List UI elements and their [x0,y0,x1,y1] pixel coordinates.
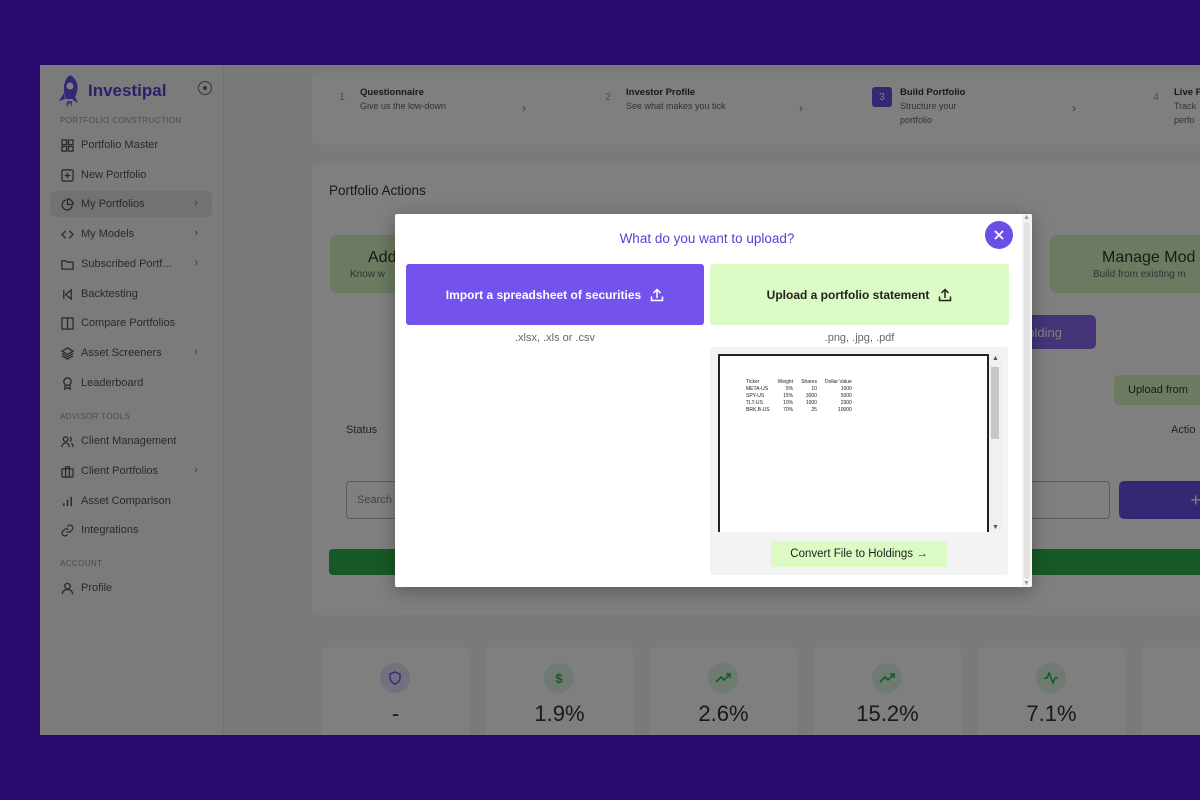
table-row: BRK.B-US 70% 25 10000 [742,407,856,414]
scrollbar-thumb[interactable] [991,367,999,439]
table-header: Shares [801,379,817,385]
table-cell: 25 [811,407,817,413]
table-row: SPY-US 15% 3000 5000 [742,393,856,400]
table-cell: TLT-US [746,400,763,406]
table-cell: 2300 [840,400,852,406]
scroll-down-icon[interactable]: ▼ [992,524,999,531]
table-header-row: Ticker Weight Shares Dollar Value [742,379,856,386]
scrollbar-thumb[interactable] [1024,222,1030,579]
scroll-down-icon[interactable]: ▼ [1023,580,1030,587]
statement-preview-panel: Ticker Weight Shares Dollar Value META-U… [710,347,1008,575]
button-label: Import a spreadsheet of securities [445,287,642,302]
table-cell: 10000 [837,407,852,413]
import-file-types: .xlsx, .xls or .csv [514,332,596,344]
convert-file-button[interactable]: Convert File to Holdings → [771,541,947,567]
upload-modal: What do you want to upload? Import a spr… [395,214,1032,587]
close-button[interactable] [985,221,1013,249]
button-label: Upload a portfolio statement [766,287,930,302]
button-label: Convert File to Holdings → [790,548,928,560]
table-cell: 1000 [805,400,817,406]
scroll-up-icon[interactable]: ▲ [1023,214,1030,221]
table-cell: META-US [746,386,769,392]
modal-scrollbar[interactable]: ▲ ▼ [1022,214,1032,587]
table-cell: 5000 [840,393,852,399]
preview-scrollbar[interactable]: ▲ ▼ [989,354,1002,532]
table-cell: 10% [783,400,794,406]
table-cell: 15% [783,393,794,399]
table-row: META-US 5% 10 1000 [742,386,856,393]
table-cell: BRK.B-US [746,407,770,413]
table-cell: 70% [783,407,794,413]
table-header: Ticker [746,379,760,385]
upload-icon [650,287,664,302]
document-preview[interactable]: Ticker Weight Shares Dollar Value META-U… [718,354,989,532]
table-cell: 1000 [840,386,852,392]
table-header: Weight [777,379,794,385]
close-icon [994,230,1004,240]
upload-statement-button[interactable]: Upload a portfolio statement [710,264,1009,325]
preview-holdings-table: Ticker Weight Shares Dollar Value META-U… [742,379,856,414]
table-row: TLT-US 10% 1000 2300 [742,400,856,407]
table-cell: 10 [811,386,817,392]
scroll-up-icon[interactable]: ▲ [992,355,999,362]
table-cell: 3000 [805,393,817,399]
table-cell: 5% [785,386,794,392]
table-cell: SPY-US [746,393,765,399]
upload-icon [938,287,952,302]
import-spreadsheet-button[interactable]: Import a spreadsheet of securities [406,264,704,325]
statement-file-types: .png, .jpg, .pdf [824,332,895,344]
modal-title: What do you want to upload? [619,231,795,246]
table-header: Dollar Value [824,379,852,385]
